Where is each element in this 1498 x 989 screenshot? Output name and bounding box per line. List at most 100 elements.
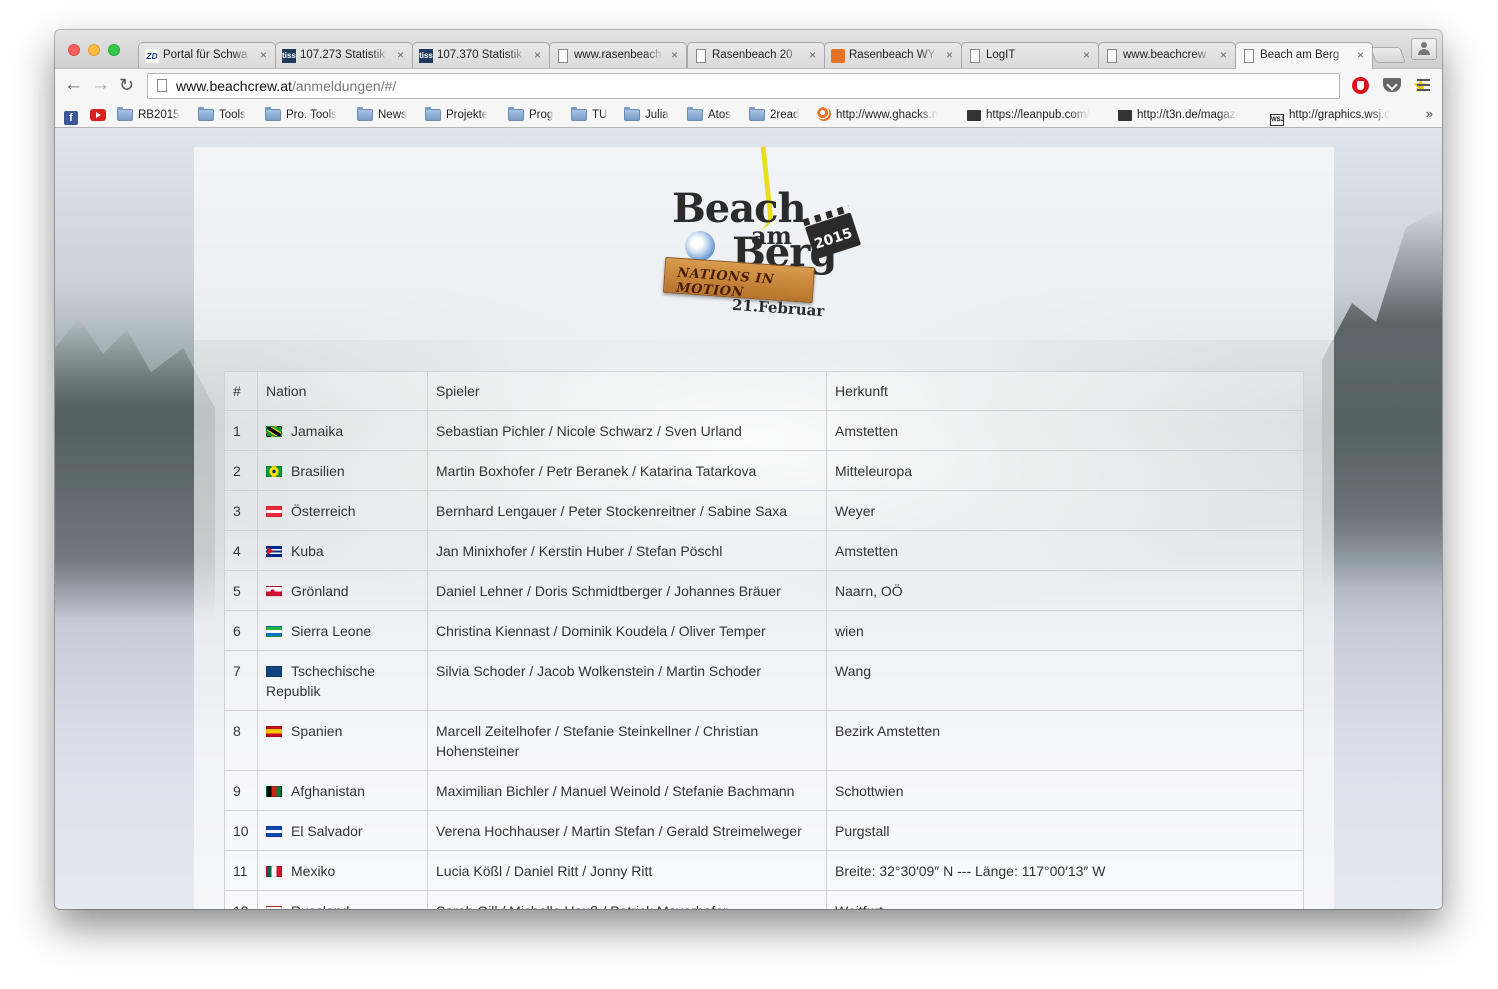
bookmark-item[interactable]: Projekte	[425, 107, 488, 123]
table-row: 3 Österreich Bernhard Lengauer / Peter Sto…	[224, 490, 1304, 531]
back-button[interactable]: ←	[64, 74, 83, 96]
new-tab-button[interactable]	[1370, 47, 1406, 63]
tab-label: Rasenbeach 20	[712, 49, 793, 61]
row-number: 11	[224, 850, 258, 891]
background-trees-right	[1322, 208, 1442, 588]
bookmark-item[interactable]	[90, 107, 111, 123]
folder-icon	[508, 107, 524, 121]
page-icon	[696, 49, 706, 63]
beach-am-berg-logo[interactable]: Beach am Berg 2015 NATIONS IN MOTION 21.…	[659, 146, 869, 327]
column-header-herkunft: Herkunft	[826, 371, 1304, 411]
bookmark-item[interactable]: WSJ http://graphics.wsj.c	[1270, 107, 1390, 126]
browser-tab[interactable]: LogIT ×	[961, 42, 1099, 68]
bookmarks-overflow-icon[interactable]: »	[1426, 106, 1433, 121]
browser-tab[interactable]: www.beachcrew ×	[1098, 42, 1236, 68]
origin-cell: Amstetten	[826, 410, 1304, 451]
tab-close-icon[interactable]: ×	[946, 48, 953, 62]
browser-tab[interactable]: Rasenbeach WY ×	[824, 42, 962, 68]
tab-close-icon[interactable]: ×	[260, 48, 267, 62]
tab-close-icon[interactable]: ×	[1357, 48, 1364, 62]
nation-name: Tschechische Republik	[266, 663, 376, 699]
browser-tab[interactable]: tiss 107.273 Statistik ×	[275, 42, 413, 68]
browser-tab[interactable]: tiss 107.370 Statistik ×	[412, 42, 550, 68]
tab-close-icon[interactable]: ×	[1083, 48, 1090, 62]
folder-icon	[749, 107, 765, 121]
minimize-window-button[interactable]	[88, 44, 100, 56]
bookmark-item[interactable]: Tools	[198, 107, 246, 123]
table-row: 1 Jamaika Sebastian Pichler / Nicole Schwa…	[224, 410, 1304, 451]
folder-icon	[687, 107, 703, 121]
row-number: 10	[224, 810, 258, 851]
spain-flag-icon	[266, 726, 282, 737]
nation-name: Spanien	[291, 723, 343, 739]
bookmark-item[interactable]: f	[64, 107, 83, 125]
forward-button[interactable]: →	[91, 74, 110, 96]
nation-name: El Salvador	[291, 823, 363, 839]
row-number: 12	[224, 890, 258, 909]
nation-name: Brasilien	[291, 463, 345, 479]
bookmark-item[interactable]: RB2015	[117, 107, 180, 123]
table-row: 6 Sierra Leone Christina Kiennast / Domini…	[224, 610, 1304, 651]
browser-tab[interactable]: Beach am Berg ×	[1235, 42, 1373, 69]
zoom-window-button[interactable]	[108, 44, 120, 56]
nation-name: Russland	[291, 903, 349, 909]
pocket-extension-icon[interactable]	[1383, 78, 1401, 92]
address-bar[interactable]: www.beachcrew.at/anmeldungen/#/ ★	[147, 73, 1429, 99]
tab-label: Rasenbeach WY	[849, 49, 936, 61]
tab-label: www.beachcrew	[1123, 49, 1207, 61]
players-cell: Marcell Zeitelhofer / Stefanie Steinkell…	[427, 710, 827, 771]
page-viewport: Beach am Berg 2015 NATIONS IN MOTION 21.…	[55, 128, 1442, 909]
browser-tab[interactable]: Rasenbeach 20 ×	[687, 42, 825, 68]
origin-cell: Weyer	[826, 490, 1304, 531]
close-window-button[interactable]	[68, 44, 80, 56]
bookmark-item[interactable]: News	[357, 107, 407, 123]
tab-close-icon[interactable]: ×	[809, 48, 816, 62]
tab-label: Beach am Berg	[1260, 49, 1340, 61]
browser-tab[interactable]: www.rasenbeach ×	[549, 42, 687, 68]
adblock-extension-icon[interactable]	[1352, 77, 1369, 94]
bookmark-item[interactable]: Atos	[687, 107, 731, 123]
profile-button[interactable]	[1411, 38, 1437, 60]
table-row: 9 Afghanistan Maximilian Bichler / Manuel …	[224, 770, 1304, 811]
browser-tab[interactable]: ZD Portal für Schwa ×	[138, 42, 276, 68]
bookmark-label: Tools	[219, 109, 246, 121]
origin-cell: Weitfurt	[826, 890, 1304, 909]
row-number: 8	[224, 710, 258, 771]
tab-close-icon[interactable]: ×	[397, 48, 404, 62]
url-domain: www.beachcrew.at	[176, 78, 292, 94]
bookmark-item[interactable]: https://leanpub.com/	[967, 107, 1090, 123]
tab-close-icon[interactable]: ×	[534, 48, 541, 62]
bookmark-label: News	[378, 109, 407, 121]
reload-button[interactable]: ↻	[119, 74, 134, 96]
bookmark-item[interactable]: http://t3n.de/magazi	[1118, 107, 1238, 123]
row-number: 6	[224, 610, 258, 651]
bookmark-item[interactable]: 2read	[749, 107, 799, 123]
nation-name: Mexiko	[291, 863, 336, 879]
book-icon	[967, 110, 981, 121]
book-icon	[1118, 110, 1132, 121]
chrome-menu-icon[interactable]	[1417, 79, 1430, 92]
bookmark-item[interactable]: Prog	[508, 107, 553, 123]
bookmark-item[interactable]: http://www.ghacks.n	[817, 107, 938, 123]
address-url[interactable]: www.beachcrew.at/anmeldungen/#/	[176, 78, 396, 94]
folder-icon	[117, 107, 133, 121]
players-cell: Lucia Kößl / Daniel Ritt / Jonny Ritt	[427, 850, 827, 891]
bookmark-label: http://graphics.wsj.c	[1289, 109, 1390, 121]
origin-cell: Mitteleuropa	[826, 450, 1304, 491]
bookmark-item[interactable]: TU	[571, 107, 607, 123]
tab-close-icon[interactable]: ×	[1220, 48, 1227, 62]
folder-icon	[571, 107, 587, 121]
origin-cell: Purgstall	[826, 810, 1304, 851]
nation-cell: Sierra Leone	[257, 610, 428, 651]
bookmarks-bar: f RB2015 Tools Pro. Tools News Projekte Prog TU…	[55, 102, 1442, 128]
nation-cell: Brasilien	[257, 450, 428, 491]
page-header: Beach am Berg 2015 NATIONS IN MOTION 21.…	[194, 146, 1334, 340]
players-cell: Verena Hochhauser / Martin Stefan / Gera…	[427, 810, 827, 851]
nation-cell: El Salvador	[257, 810, 428, 851]
tab-close-icon[interactable]: ×	[671, 48, 678, 62]
nation-name: Österreich	[291, 503, 356, 519]
row-number: 3	[224, 490, 258, 531]
bookmark-item[interactable]: Julia	[624, 107, 669, 123]
players-cell: Sarah Gill / Michelle Hauß / Patrick May…	[427, 890, 827, 909]
bookmark-item[interactable]: Pro. Tools	[265, 107, 337, 123]
